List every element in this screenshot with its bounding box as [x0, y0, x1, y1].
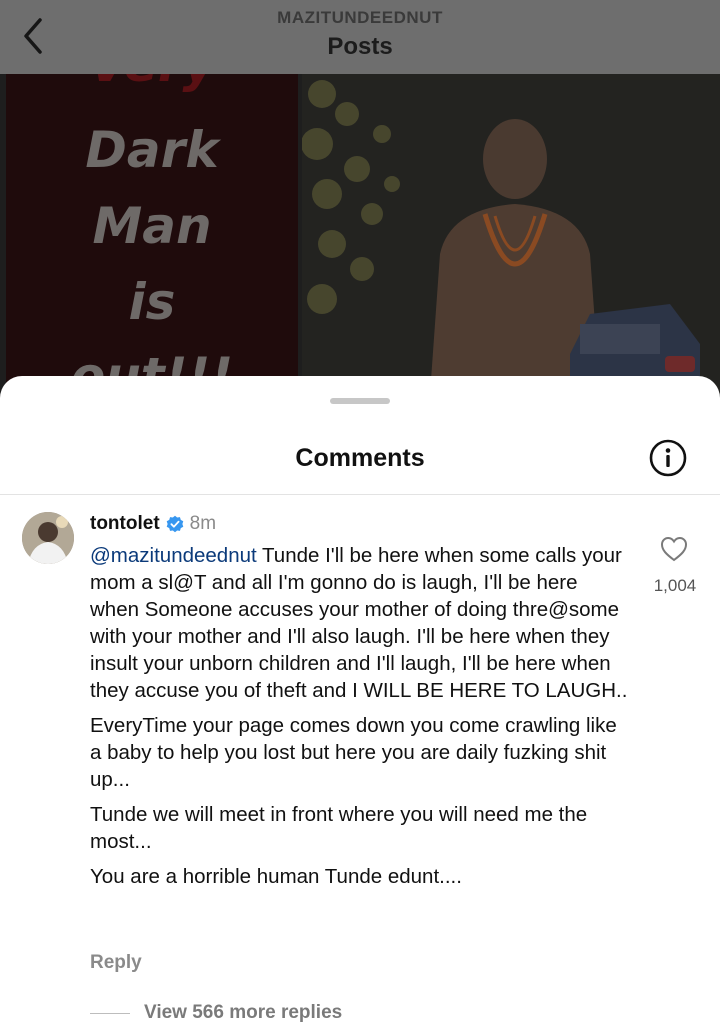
overlay-text-line: is [128, 273, 176, 331]
view-replies-button[interactable]: View 566 more replies [144, 1002, 342, 1024]
top-bar: MAZITUNDEEDNUT Posts [0, 0, 720, 74]
overlay-text-line: Man [92, 197, 212, 255]
comment-text: @mazitundeednut Tunde I'll be here when … [90, 542, 630, 898]
comment-paragraph-text: Tunde I'll be here when some calls your … [90, 544, 628, 702]
comment-paragraph: Tunde we will meet in front where you wi… [90, 803, 588, 853]
comment-timestamp: 8m [189, 513, 217, 534]
comment-paragraph: You are a horrible human Tunde edunt.... [90, 865, 462, 888]
comments-title: Comments [295, 444, 425, 472]
divider [0, 494, 720, 495]
info-icon[interactable] [648, 438, 688, 478]
comment-header: tontolet 8m [90, 513, 216, 535]
page-title: Posts [327, 33, 393, 60]
overlay-text-line: Very [6, 74, 298, 102]
comment-username[interactable]: tontolet [90, 513, 160, 535]
like-count: 1,004 [653, 576, 697, 595]
post-image-text-panel: Very Dark Man is out!!! [6, 74, 298, 394]
comments-sheet: Comments tontolet 8m @mazitundeednut Tun… [0, 376, 720, 1028]
comment-paragraph: @mazitundeednut Tunde I'll be here when … [90, 542, 630, 704]
replies-divider [90, 1013, 130, 1014]
reply-button[interactable]: Reply [90, 952, 142, 974]
heart-icon[interactable] [660, 536, 688, 562]
overlay-text-line: Dark [85, 121, 219, 179]
profile-username: MAZITUNDEEDNUT [277, 8, 443, 27]
verified-badge-icon [166, 515, 183, 533]
drag-handle[interactable] [330, 398, 390, 404]
avatar[interactable] [22, 512, 74, 564]
comment-paragraph: EveryTime your page comes down you come … [90, 714, 617, 791]
mention-link[interactable]: @mazitundeednut [90, 544, 257, 567]
foliage-graphic [302, 80, 400, 314]
post-media[interactable]: Very Dark Man is out!!! [0, 74, 720, 394]
